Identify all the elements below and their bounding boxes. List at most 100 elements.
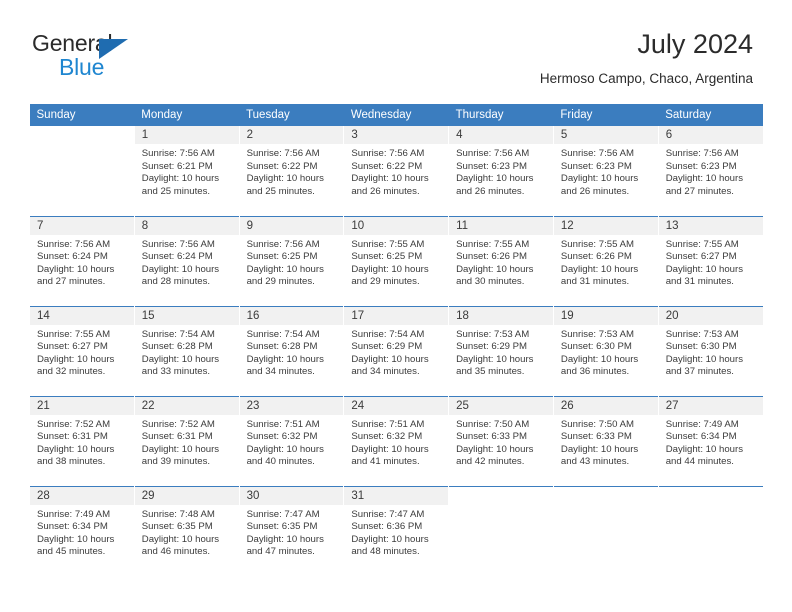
- calendar-day-cell[interactable]: 15 Sunrise: 7:54 AM Sunset: 6:28 PM Dayligh…: [133, 305, 240, 396]
- calendar-day-cell[interactable]: 3 Sunrise: 7:56 AM Sunset: 6:22 PM Daylight…: [343, 126, 449, 216]
- daylight-text-line1: Daylight: 10 hours: [351, 353, 429, 365]
- calendar-day-cell[interactable]: 30 Sunrise: 7:47 AM Sunset: 6:35 PM Dayligh…: [238, 485, 344, 576]
- sunset-text: Sunset: 6:27 PM: [665, 251, 737, 263]
- calendar-week-row: 1 Sunrise: 7:56 AM Sunset: 6:21 PM Daylight…: [29, 126, 763, 216]
- calendar-day-cell[interactable]: 5 Sunrise: 7:56 AM Sunset: 6:23 PM Daylight…: [552, 126, 659, 216]
- calendar-day-cell[interactable]: 22 Sunrise: 7:52 AM Sunset: 6:31 PM Dayligh…: [133, 395, 240, 486]
- day-number: 15: [134, 306, 239, 325]
- daylight-text-line1: Daylight: 10 hours: [456, 443, 534, 455]
- daylight-text-line2: and 44 minutes.: [665, 456, 734, 468]
- daylight-text-line2: and 33 minutes.: [141, 366, 211, 378]
- calendar-week-row: 7 Sunrise: 7:56 AM Sunset: 6:24 PM Daylight…: [29, 215, 763, 306]
- calendar-day-cell[interactable]: 28 Sunrise: 7:49 AM Sunset: 6:34 PM Dayligh…: [29, 485, 135, 576]
- calendar-week-row: 28 Sunrise: 7:49 AM Sunset: 6:34 PM Dayligh…: [29, 485, 763, 576]
- calendar-week-row: 14 Sunrise: 7:55 AM Sunset: 6:27 PM Dayligh…: [29, 305, 763, 396]
- general-blue-logo[interactable]: General Blue: [32, 30, 182, 80]
- sunrise-text: Sunrise: 7:51 AM: [351, 418, 425, 430]
- page-title: July 2024: [637, 29, 753, 59]
- daylight-text-line2: and 35 minutes.: [456, 366, 525, 378]
- day-number: 2: [239, 126, 344, 144]
- daylight-text-line2: and 31 minutes.: [665, 276, 734, 288]
- day-number: 20: [658, 306, 763, 325]
- day-number: 9: [239, 216, 344, 235]
- day-number: 26: [553, 396, 658, 415]
- calendar-day-cell[interactable]: 14 Sunrise: 7:55 AM Sunset: 6:27 PM Dayligh…: [29, 305, 135, 396]
- calendar-cell-empty: [29, 126, 135, 216]
- day-details: Sunrise: 7:53 AM Sunset: 6:30 PM Daylight:…: [554, 325, 658, 379]
- day-number: 16: [239, 306, 344, 325]
- sunrise-text: Sunrise: 7:47 AM: [351, 508, 425, 520]
- calendar-day-cell[interactable]: 25 Sunrise: 7:50 AM Sunset: 6:33 PM Dayligh…: [448, 395, 554, 486]
- day-number: [449, 487, 553, 505]
- calendar-day-cell[interactable]: 26 Sunrise: 7:50 AM Sunset: 6:33 PM Dayligh…: [552, 395, 659, 486]
- daylight-text-line2: and 45 minutes.: [37, 546, 106, 558]
- sunrise-text: Sunrise: 7:56 AM: [665, 148, 739, 159]
- day-number: 19: [553, 306, 658, 325]
- sunset-text: Sunset: 6:26 PM: [456, 251, 528, 263]
- daylight-text-line1: Daylight: 10 hours: [246, 533, 324, 545]
- daylight-text-line1: Daylight: 10 hours: [141, 353, 220, 365]
- calendar-day-cell[interactable]: 21 Sunrise: 7:52 AM Sunset: 6:31 PM Dayligh…: [29, 395, 135, 486]
- calendar-cell-empty: [657, 485, 763, 576]
- calendar-day-cell[interactable]: 19 Sunrise: 7:53 AM Sunset: 6:30 PM Dayligh…: [552, 305, 659, 396]
- sunrise-text: Sunrise: 7:51 AM: [246, 418, 320, 430]
- sunrise-text: Sunrise: 7:56 AM: [456, 148, 530, 159]
- calendar-day-cell[interactable]: 27 Sunrise: 7:49 AM Sunset: 6:34 PM Dayligh…: [657, 395, 763, 486]
- day-details: Sunrise: 7:56 AM Sunset: 6:21 PM Daylight:…: [135, 144, 239, 198]
- calendar-day-cell[interactable]: 18 Sunrise: 7:53 AM Sunset: 6:29 PM Dayligh…: [448, 305, 554, 396]
- calendar-cell-empty: [552, 485, 659, 576]
- weekday-header-monday: Monday: [134, 104, 240, 126]
- calendar-week-row: 21 Sunrise: 7:52 AM Sunset: 6:31 PM Dayligh…: [29, 395, 763, 486]
- calendar-day-cell[interactable]: 9 Sunrise: 7:56 AM Sunset: 6:25 PM Daylight…: [238, 215, 344, 306]
- calendar-day-cell[interactable]: 31 Sunrise: 7:47 AM Sunset: 6:36 PM Dayligh…: [343, 485, 449, 576]
- day-details: Sunrise: 7:54 AM Sunset: 6:28 PM Daylight:…: [135, 325, 239, 379]
- calendar-day-cell[interactable]: 23 Sunrise: 7:51 AM Sunset: 6:32 PM Dayligh…: [238, 395, 344, 486]
- daylight-text-line2: and 26 minutes.: [351, 185, 420, 197]
- daylight-text-line1: Daylight: 10 hours: [37, 533, 115, 545]
- calendar-day-cell[interactable]: 8 Sunrise: 7:56 AM Sunset: 6:24 PM Daylight…: [133, 215, 240, 306]
- day-details: Sunrise: 7:47 AM Sunset: 6:36 PM Daylight:…: [344, 505, 448, 559]
- calendar-day-cell[interactable]: 16 Sunrise: 7:54 AM Sunset: 6:28 PM Dayligh…: [238, 305, 344, 396]
- weekday-header-sunday: Sunday: [29, 104, 135, 126]
- day-details: Sunrise: 7:56 AM Sunset: 6:23 PM Daylight:…: [554, 144, 658, 198]
- calendar-day-cell[interactable]: 13 Sunrise: 7:55 AM Sunset: 6:27 PM Dayligh…: [657, 215, 763, 306]
- day-number: 23: [239, 396, 344, 415]
- sunset-text: Sunset: 6:30 PM: [665, 341, 737, 353]
- calendar-day-cell[interactable]: 2 Sunrise: 7:56 AM Sunset: 6:22 PM Daylight…: [238, 126, 344, 216]
- calendar-day-cell[interactable]: 12 Sunrise: 7:55 AM Sunset: 6:26 PM Dayligh…: [552, 215, 659, 306]
- daylight-text-line1: Daylight: 10 hours: [560, 173, 639, 185]
- calendar-day-cell[interactable]: 7 Sunrise: 7:56 AM Sunset: 6:24 PM Daylight…: [29, 215, 135, 306]
- calendar-day-cell[interactable]: 20 Sunrise: 7:53 AM Sunset: 6:30 PM Dayligh…: [657, 305, 763, 396]
- sunrise-text: Sunrise: 7:56 AM: [560, 148, 634, 159]
- sunset-text: Sunset: 6:35 PM: [246, 521, 318, 533]
- sunrise-text: Sunrise: 7:52 AM: [37, 418, 111, 430]
- calendar-day-cell[interactable]: 6 Sunrise: 7:56 AM Sunset: 6:23 PM Daylight…: [657, 126, 763, 216]
- daylight-text-line1: Daylight: 10 hours: [560, 443, 639, 455]
- calendar-day-cell[interactable]: 1 Sunrise: 7:56 AM Sunset: 6:21 PM Daylight…: [133, 126, 240, 216]
- sunrise-text: Sunrise: 7:53 AM: [665, 328, 739, 340]
- calendar-day-cell[interactable]: 24 Sunrise: 7:51 AM Sunset: 6:32 PM Dayligh…: [343, 395, 449, 486]
- daylight-text-line2: and 29 minutes.: [351, 276, 420, 288]
- sunset-text: Sunset: 6:28 PM: [246, 341, 318, 353]
- calendar-page: General Blue July 2024 Hermoso Campo, Ch…: [0, 0, 792, 612]
- day-details: Sunrise: 7:49 AM Sunset: 6:34 PM Daylight:…: [659, 415, 763, 469]
- calendar-day-cell[interactable]: 10 Sunrise: 7:55 AM Sunset: 6:25 PM Dayligh…: [343, 215, 449, 306]
- calendar-day-cell[interactable]: 29 Sunrise: 7:48 AM Sunset: 6:35 PM Dayligh…: [133, 485, 240, 576]
- daylight-text-line2: and 38 minutes.: [37, 456, 106, 468]
- calendar-day-cell[interactable]: 4 Sunrise: 7:56 AM Sunset: 6:23 PM Daylight…: [448, 126, 554, 216]
- day-details: Sunrise: 7:52 AM Sunset: 6:31 PM Daylight:…: [135, 415, 239, 469]
- sunset-text: Sunset: 6:22 PM: [351, 160, 423, 172]
- day-number: 6: [658, 126, 763, 144]
- day-number: [659, 487, 763, 505]
- sunset-text: Sunset: 6:34 PM: [37, 521, 108, 533]
- daylight-text-line2: and 27 minutes.: [37, 276, 106, 288]
- sunset-text: Sunset: 6:31 PM: [141, 431, 213, 443]
- sunset-text: Sunset: 6:28 PM: [141, 341, 213, 353]
- sunrise-text: Sunrise: 7:55 AM: [351, 238, 425, 250]
- day-number: 31: [344, 486, 449, 505]
- calendar-day-cell[interactable]: 17 Sunrise: 7:54 AM Sunset: 6:29 PM Dayligh…: [343, 305, 449, 396]
- calendar-day-cell[interactable]: 11 Sunrise: 7:55 AM Sunset: 6:26 PM Dayligh…: [448, 215, 554, 306]
- daylight-text-line1: Daylight: 10 hours: [141, 533, 220, 545]
- day-details: Sunrise: 7:55 AM Sunset: 6:26 PM Daylight:…: [554, 235, 658, 289]
- daylight-text-line2: and 29 minutes.: [246, 276, 315, 288]
